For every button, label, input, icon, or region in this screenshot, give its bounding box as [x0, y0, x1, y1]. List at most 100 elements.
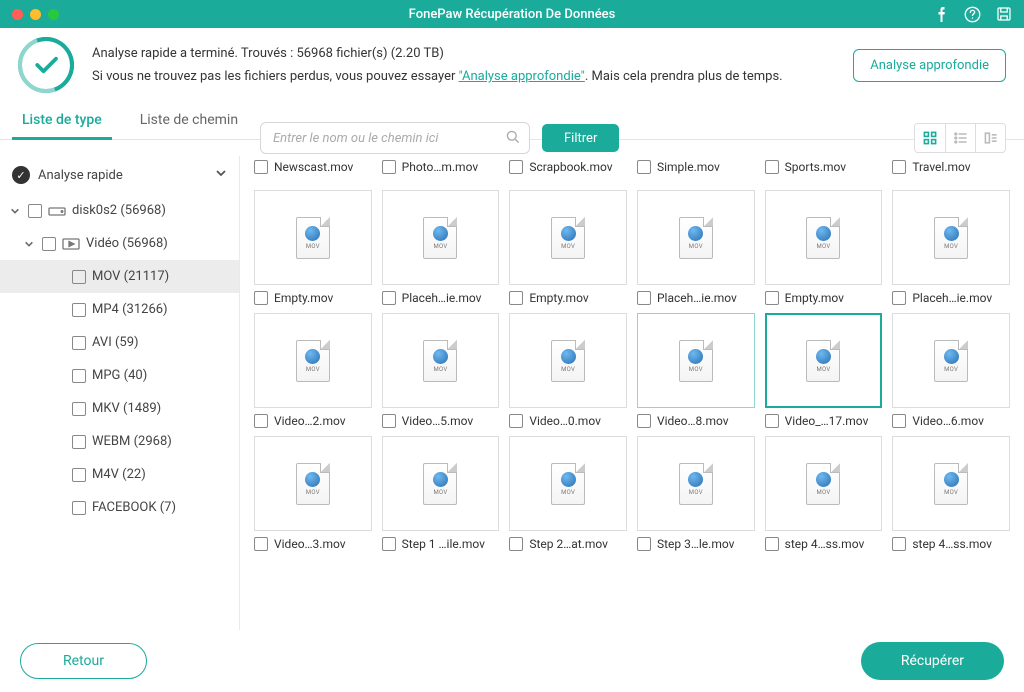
- checkbox[interactable]: [637, 291, 651, 305]
- checkbox[interactable]: [72, 270, 86, 284]
- maximize-icon[interactable]: [48, 9, 59, 20]
- view-list-icon[interactable]: [945, 124, 975, 152]
- file-thumbnail[interactable]: MOV: [382, 190, 500, 285]
- checkbox[interactable]: [72, 402, 86, 416]
- checkbox[interactable]: [509, 537, 523, 551]
- file-thumbnail[interactable]: MOV: [637, 436, 755, 531]
- file-cell[interactable]: MOVVideo…3.mov: [254, 436, 372, 551]
- file-thumbnail[interactable]: MOV: [765, 190, 883, 285]
- file-thumbnail[interactable]: MOV: [509, 313, 627, 408]
- minimize-icon[interactable]: [30, 9, 41, 20]
- checkbox[interactable]: [42, 237, 56, 251]
- deep-scan-link[interactable]: "Analyse approfondie": [459, 69, 585, 84]
- file-thumbnail[interactable]: MOV: [382, 313, 500, 408]
- file-thumbnail[interactable]: MOV: [892, 313, 1010, 408]
- file-thumbnail[interactable]: MOV: [892, 190, 1010, 285]
- facebook-icon[interactable]: [933, 6, 950, 23]
- checkbox[interactable]: [382, 537, 396, 551]
- view-grid-icon[interactable]: [915, 124, 945, 152]
- checkbox[interactable]: [254, 160, 268, 174]
- checkbox[interactable]: [254, 414, 268, 428]
- checkbox[interactable]: [637, 414, 651, 428]
- checkbox[interactable]: [637, 537, 651, 551]
- file-thumbnail[interactable]: MOV: [765, 313, 883, 408]
- tree-format-row[interactable]: MP4 (31266): [0, 293, 239, 326]
- deep-scan-button[interactable]: Analyse approfondie: [853, 49, 1006, 82]
- checkbox[interactable]: [72, 303, 86, 317]
- file-cell[interactable]: MOVstep 4…ss.mov: [765, 436, 883, 551]
- file-cell[interactable]: MOVStep 2…at.mov: [509, 436, 627, 551]
- checkbox[interactable]: [765, 414, 779, 428]
- tree-video-row[interactable]: Vidéo (56968): [0, 227, 239, 260]
- file-thumbnail[interactable]: MOV: [254, 190, 372, 285]
- checkbox[interactable]: [509, 160, 523, 174]
- file-cell[interactable]: Scrapbook.mov: [509, 156, 627, 182]
- checkbox[interactable]: [382, 291, 396, 305]
- checkbox[interactable]: [509, 414, 523, 428]
- search-icon[interactable]: [505, 129, 521, 149]
- file-cell[interactable]: MOVStep 1 …ile.mov: [382, 436, 500, 551]
- recover-button[interactable]: Récupérer: [861, 642, 1004, 680]
- file-thumbnail[interactable]: MOV: [509, 436, 627, 531]
- checkbox[interactable]: [892, 537, 906, 551]
- file-cell[interactable]: MOVStep 3…le.mov: [637, 436, 755, 551]
- tree-format-row[interactable]: MKV (1489): [0, 392, 239, 425]
- file-cell[interactable]: MOVPlaceh…ie.mov: [637, 190, 755, 305]
- file-cell[interactable]: Travel.mov: [892, 156, 1010, 182]
- checkbox[interactable]: [892, 291, 906, 305]
- tree-format-row[interactable]: AVI (59): [0, 326, 239, 359]
- file-cell[interactable]: MOVVideo…0.mov: [509, 313, 627, 428]
- chevron-down-icon[interactable]: [22, 239, 36, 249]
- checkbox[interactable]: [382, 160, 396, 174]
- save-icon[interactable]: [995, 6, 1012, 23]
- search-input[interactable]: [260, 122, 530, 154]
- tab-path-list[interactable]: Liste de chemin: [136, 102, 242, 140]
- file-cell[interactable]: Newscast.mov: [254, 156, 372, 182]
- tree-format-row[interactable]: WEBM (2968): [0, 425, 239, 458]
- back-button[interactable]: Retour: [20, 643, 147, 679]
- file-cell[interactable]: MOVVideo…2.mov: [254, 313, 372, 428]
- file-thumbnail[interactable]: MOV: [254, 436, 372, 531]
- checkbox[interactable]: [72, 435, 86, 449]
- file-thumbnail[interactable]: MOV: [765, 436, 883, 531]
- file-thumbnail[interactable]: MOV: [637, 313, 755, 408]
- file-cell[interactable]: Photo…m.mov: [382, 156, 500, 182]
- tree-format-row[interactable]: M4V (22): [0, 458, 239, 491]
- tree-disk-row[interactable]: disk0s2 (56968): [0, 194, 239, 227]
- tree-format-row[interactable]: MOV (21117): [0, 260, 239, 293]
- file-thumbnail[interactable]: MOV: [382, 436, 500, 531]
- checkbox[interactable]: [509, 291, 523, 305]
- file-thumbnail[interactable]: MOV: [509, 190, 627, 285]
- close-icon[interactable]: [12, 9, 23, 20]
- file-cell[interactable]: MOVVideo_…17.mov: [765, 313, 883, 428]
- file-thumbnail[interactable]: MOV: [254, 313, 372, 408]
- file-cell[interactable]: Sports.mov: [765, 156, 883, 182]
- file-thumbnail[interactable]: MOV: [892, 436, 1010, 531]
- file-cell[interactable]: MOVEmpty.mov: [509, 190, 627, 305]
- checkbox[interactable]: [892, 414, 906, 428]
- file-cell[interactable]: MOVPlaceh…ie.mov: [382, 190, 500, 305]
- file-cell[interactable]: MOVVideo…8.mov: [637, 313, 755, 428]
- chevron-down-icon[interactable]: [215, 167, 227, 183]
- file-cell[interactable]: MOVVideo…5.mov: [382, 313, 500, 428]
- checkbox[interactable]: [765, 537, 779, 551]
- filter-button[interactable]: Filtrer: [542, 124, 619, 152]
- file-cell[interactable]: MOVEmpty.mov: [254, 190, 372, 305]
- file-cell[interactable]: Simple.mov: [637, 156, 755, 182]
- tree-format-row[interactable]: MPG (40): [0, 359, 239, 392]
- tab-type-list[interactable]: Liste de type: [18, 102, 106, 140]
- checkbox[interactable]: [72, 501, 86, 515]
- file-cell[interactable]: MOVstep 4…ss.mov: [892, 436, 1010, 551]
- checkbox[interactable]: [28, 204, 42, 218]
- view-detail-icon[interactable]: [975, 124, 1005, 152]
- file-cell[interactable]: MOVEmpty.mov: [765, 190, 883, 305]
- checkbox[interactable]: [892, 160, 906, 174]
- chevron-down-icon[interactable]: [8, 206, 22, 216]
- checkbox[interactable]: [72, 468, 86, 482]
- checkbox[interactable]: [254, 537, 268, 551]
- checkbox[interactable]: [254, 291, 268, 305]
- sidebar-quick-scan[interactable]: ✓ Analyse rapide: [0, 156, 239, 194]
- file-cell[interactable]: MOVVideo…6.mov: [892, 313, 1010, 428]
- checkbox[interactable]: [765, 291, 779, 305]
- checkbox[interactable]: [72, 336, 86, 350]
